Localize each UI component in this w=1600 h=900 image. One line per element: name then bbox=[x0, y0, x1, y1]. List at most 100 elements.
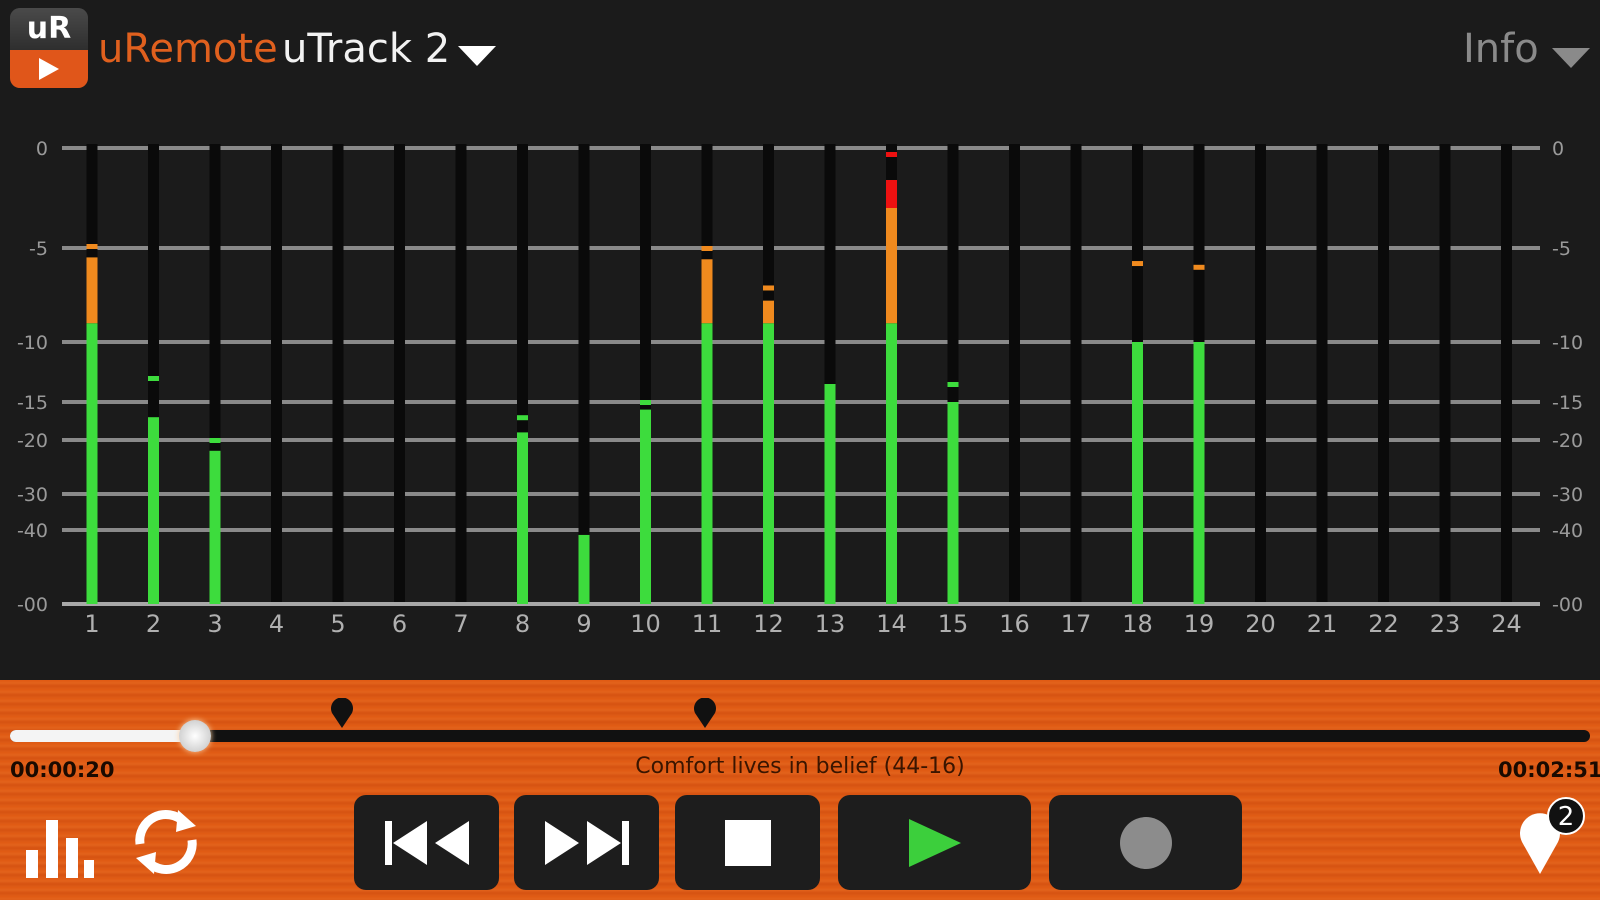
logo-play-badge bbox=[10, 50, 88, 88]
meter-green-bar-10 bbox=[640, 409, 651, 604]
channel-label-6: 6 bbox=[392, 610, 407, 638]
next-button[interactable] bbox=[514, 795, 659, 890]
meter-scale-label-right: -00 bbox=[1552, 594, 1583, 616]
meter-track-22 bbox=[1378, 144, 1389, 602]
channel-label-2: 2 bbox=[146, 610, 161, 638]
logo-play-icon bbox=[39, 58, 59, 80]
play-button[interactable] bbox=[838, 795, 1031, 890]
info-menu-label[interactable]: Info bbox=[1463, 26, 1539, 72]
meter-peak-hold-15 bbox=[947, 382, 959, 387]
meter-peak-hold-10 bbox=[640, 400, 651, 405]
channel-label-11: 11 bbox=[692, 610, 723, 638]
channel-label-23: 23 bbox=[1430, 610, 1461, 638]
channel-label-14: 14 bbox=[876, 610, 907, 638]
meter-track-7 bbox=[455, 144, 467, 602]
meter-green-bar-8 bbox=[517, 432, 528, 604]
channel-label-19: 19 bbox=[1184, 610, 1215, 638]
meter-green-bar-9 bbox=[578, 534, 590, 604]
meter-peak-hold-12 bbox=[763, 285, 774, 291]
meter-scale-label-left: -15 bbox=[17, 392, 48, 414]
channel-label-10: 10 bbox=[630, 610, 661, 638]
device-dropdown-icon[interactable] bbox=[458, 46, 496, 66]
meter-red-bar-14 bbox=[886, 180, 897, 208]
meter-graph: 0 0 -5 -5 -10 -10 -15 -15 -20 -20 -30 -30 -40 -40 -00 -… bbox=[17, 138, 1583, 638]
meter-track-9 bbox=[578, 144, 590, 602]
meters-view-icon[interactable] bbox=[22, 808, 96, 880]
meter-scale-label-right: -15 bbox=[1552, 392, 1583, 414]
meter-green-bar-19 bbox=[1193, 342, 1205, 604]
loop-icon[interactable] bbox=[126, 802, 206, 882]
meter-scale-label-right: -10 bbox=[1552, 332, 1583, 354]
meter-orange-bar-12 bbox=[763, 300, 774, 324]
header-bar: uR uRemote uTrack 2 Info bbox=[0, 0, 1600, 100]
play-icon bbox=[908, 818, 961, 867]
channel-label-21: 21 bbox=[1307, 610, 1338, 638]
record-button[interactable] bbox=[1049, 795, 1242, 890]
channel-label-12: 12 bbox=[753, 610, 784, 638]
meter-track-24 bbox=[1501, 144, 1512, 602]
stop-icon bbox=[724, 819, 771, 866]
meter-track-5 bbox=[332, 144, 344, 602]
meter-green-bar-11 bbox=[701, 323, 713, 604]
transport-panel: 00:00:20 Comfort lives in belief (44-16)… bbox=[0, 680, 1600, 900]
meter-scale-label-left: -30 bbox=[17, 484, 48, 506]
channel-label-17: 17 bbox=[1061, 610, 1092, 638]
meter-peak-hold-19 bbox=[1193, 264, 1205, 270]
channel-label-16: 16 bbox=[999, 610, 1030, 638]
channel-label-24: 24 bbox=[1491, 610, 1522, 638]
marker-pin-2[interactable] bbox=[693, 697, 717, 728]
meter-scale-label-left: -00 bbox=[17, 594, 48, 616]
meter-green-bar-13 bbox=[824, 384, 836, 604]
meter-peak-hold-1 bbox=[86, 244, 98, 249]
channel-label-3: 3 bbox=[207, 610, 222, 638]
channel-label-20: 20 bbox=[1245, 610, 1276, 638]
record-icon bbox=[1119, 816, 1172, 869]
scrub-progress bbox=[10, 730, 195, 742]
channel-label-13: 13 bbox=[815, 610, 846, 638]
meter-green-bar-14 bbox=[886, 323, 897, 604]
app-name: uRemote bbox=[98, 26, 278, 72]
meter-green-bar-2 bbox=[148, 417, 159, 604]
meter-scale-label-left: -10 bbox=[17, 332, 48, 354]
app-logo: uR bbox=[10, 8, 88, 88]
marker-count: 2 bbox=[1558, 802, 1575, 832]
previous-button[interactable] bbox=[354, 795, 499, 890]
meter-peak-hold-18 bbox=[1132, 261, 1143, 267]
meter-green-bar-12 bbox=[763, 323, 774, 604]
meter-peak-hold-8 bbox=[517, 415, 528, 421]
meter-track-16 bbox=[1009, 144, 1020, 602]
total-time: 00:02:51 bbox=[1498, 758, 1600, 782]
device-name[interactable]: uTrack 2 bbox=[282, 26, 450, 72]
scrub-handle[interactable] bbox=[178, 720, 211, 752]
marker-pin-icon bbox=[330, 697, 353, 728]
meter-scale-label-right: 0 bbox=[1552, 138, 1564, 160]
song-title: Comfort lives in belief (44-16) bbox=[635, 754, 965, 779]
meter-peak-hold-14 bbox=[886, 152, 897, 157]
meter-track-23 bbox=[1439, 144, 1451, 602]
meter-track-6 bbox=[394, 144, 405, 602]
channel-label-9: 9 bbox=[576, 610, 591, 638]
stop-button[interactable] bbox=[675, 795, 820, 890]
channel-label-5: 5 bbox=[330, 610, 345, 638]
meter-green-bar-1 bbox=[86, 323, 98, 604]
meter-orange-bar-14 bbox=[886, 208, 897, 324]
meter-scale-label-left: -20 bbox=[17, 430, 48, 452]
meter-peak-hold-2 bbox=[148, 376, 159, 381]
meter-track-20 bbox=[1255, 144, 1266, 602]
meter-scale-label-right: -20 bbox=[1552, 430, 1583, 452]
meter-green-bar-18 bbox=[1132, 342, 1143, 604]
scrub-track[interactable] bbox=[10, 730, 1590, 742]
channel-label-8: 8 bbox=[515, 610, 530, 638]
meter-scale-label-right: -5 bbox=[1552, 238, 1571, 260]
markers-button[interactable]: 2 bbox=[1516, 794, 1586, 874]
marker-pin-1[interactable] bbox=[330, 697, 354, 728]
meter-track-4 bbox=[271, 144, 282, 602]
channel-label-15: 15 bbox=[938, 610, 969, 638]
meter-track-17 bbox=[1070, 144, 1082, 602]
meter-peak-hold-11 bbox=[701, 246, 713, 251]
skip-back-icon bbox=[384, 820, 469, 865]
info-dropdown-icon[interactable] bbox=[1552, 48, 1590, 68]
channel-label-7: 7 bbox=[453, 610, 468, 638]
meter-scale-label-right: -30 bbox=[1552, 484, 1583, 506]
meter-scale-label-left: -5 bbox=[29, 238, 48, 260]
